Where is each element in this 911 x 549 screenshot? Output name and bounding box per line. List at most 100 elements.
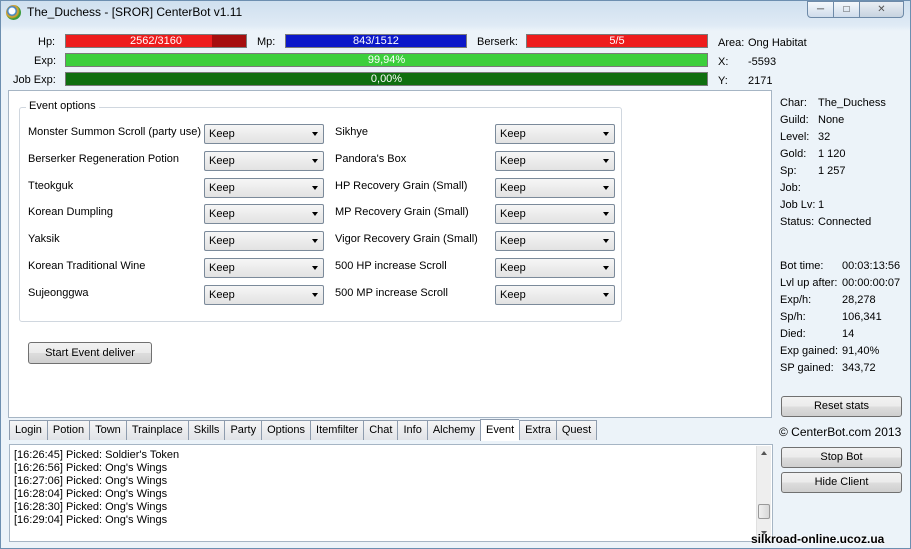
- event-option-dropdown[interactable]: Keep: [204, 231, 324, 252]
- stop-bot-button[interactable]: Stop Bot: [781, 447, 902, 468]
- tab-skills[interactable]: Skills: [187, 420, 225, 440]
- event-option-value: Keep: [209, 154, 235, 167]
- hide-client-button[interactable]: Hide Client: [781, 472, 902, 493]
- event-option-dropdown[interactable]: Keep: [204, 258, 324, 278]
- tab-options[interactable]: Options: [261, 420, 311, 440]
- tab-party[interactable]: Party: [224, 420, 262, 440]
- info-value: 14: [842, 328, 855, 340]
- info-label: Job Lv:: [780, 199, 816, 211]
- berserk-label: Berserk:: [477, 36, 518, 48]
- x-coord-value: -5593: [748, 56, 777, 68]
- info-label: Lvl up after:: [780, 277, 838, 289]
- event-option-value: Keep: [500, 235, 526, 248]
- close-button[interactable]: ✕: [859, 1, 904, 18]
- hp-bar: 2562/3160: [65, 34, 247, 48]
- berserk-bar-text: 5/5: [609, 35, 625, 47]
- chevron-down-icon: [603, 132, 609, 136]
- reset-stats-button[interactable]: Reset stats: [781, 396, 902, 417]
- event-option-dropdown[interactable]: Keep: [495, 258, 615, 278]
- hp-bar-text: 2562/3160: [130, 35, 182, 47]
- info-value: 00:03:13:56: [842, 260, 901, 272]
- info-value: 00:00:00:07: [842, 277, 901, 289]
- info-label: Status:: [780, 216, 815, 228]
- info-value: 28,278: [842, 294, 876, 306]
- event-option-dropdown[interactable]: Keep: [495, 231, 615, 252]
- log-panel[interactable]: [16:26:45] Picked: Soldier's Token [16:26…: [9, 444, 773, 542]
- event-option-value: Keep: [500, 154, 526, 167]
- event-option-dropdown[interactable]: Keep: [495, 150, 615, 171]
- event-option-dropdown[interactable]: Keep: [204, 284, 324, 305]
- area-label: Area:: [718, 37, 745, 49]
- info-label: Job:: [780, 182, 801, 194]
- event-option-label: Berserker Regeneration Potion: [28, 152, 180, 165]
- chevron-down-icon: [312, 185, 318, 190]
- berserk-bar: 5/5: [526, 34, 708, 48]
- event-option-value: Keep: [500, 181, 526, 194]
- log-scrollbar[interactable]: [756, 446, 771, 540]
- tab-chat[interactable]: Chat: [363, 420, 398, 440]
- event-option-label: Korean Dumpling: [28, 206, 113, 219]
- tab-town[interactable]: Town: [89, 420, 126, 440]
- mp-label: Mp:: [257, 36, 276, 48]
- log-line: [16:27:06] Picked: Ong's Wings: [14, 475, 168, 487]
- info-value: Connected: [818, 216, 872, 228]
- tab-alchemy[interactable]: Alchemy: [426, 420, 481, 440]
- event-option-dropdown[interactable]: Keep: [495, 284, 615, 305]
- scroll-thumb[interactable]: [758, 504, 770, 519]
- exp-bar: 99,94%: [65, 53, 708, 67]
- event-option-label: 500 MP increase Scroll: [335, 286, 448, 299]
- info-label: SP gained:: [780, 362, 834, 374]
- info-label: Sp/h:: [780, 311, 806, 323]
- event-option-dropdown[interactable]: Keep: [204, 150, 324, 171]
- hp-label: Hp:: [38, 36, 56, 48]
- x-coord-label: X:: [718, 56, 729, 68]
- tab-login[interactable]: Login: [9, 420, 47, 440]
- event-option-value: Keep: [209, 128, 235, 140]
- event-option-dropdown[interactable]: Keep: [204, 177, 324, 198]
- y-coord-value: 2171: [748, 75, 773, 87]
- log-line: [16:26:45] Picked: Soldier's Token: [14, 449, 180, 461]
- event-option-dropdown[interactable]: Keep: [495, 204, 615, 225]
- log-line: [16:28:04] Picked: Ong's Wings: [14, 488, 168, 500]
- tab-itemfilter[interactable]: Itemfilter: [310, 420, 364, 440]
- info-label: Level:: [780, 131, 810, 143]
- job-exp-label: Job Exp:: [13, 74, 56, 86]
- chevron-down-icon: [312, 132, 318, 136]
- scroll-up-icon[interactable]: [761, 451, 767, 455]
- watermark-text: silkroad-online.ucoz.ua: [751, 532, 885, 546]
- app-window: The_Duchess - [SROR] CenterBot v1.11 ─ □…: [0, 0, 911, 549]
- event-option-value: Keep: [500, 262, 526, 274]
- event-option-dropdown[interactable]: Keep: [495, 177, 615, 198]
- event-option-dropdown[interactable]: Keep: [495, 124, 615, 144]
- tab-info[interactable]: Info: [397, 420, 427, 440]
- event-tab-panel: Event options Monster Summon Scroll (par…: [8, 90, 772, 418]
- info-value: None: [818, 114, 845, 126]
- event-option-value: Keep: [209, 181, 235, 194]
- minimize-button[interactable]: ─: [807, 1, 834, 18]
- event-options-title: Event options: [26, 100, 99, 112]
- tab-event[interactable]: Event: [480, 419, 520, 441]
- mp-bar-text: 843/1512: [353, 35, 399, 47]
- info-value: 32: [818, 131, 831, 143]
- exp-bar-text: 99,94%: [367, 54, 406, 66]
- tab-potion[interactable]: Potion: [46, 420, 90, 440]
- chevron-down-icon: [603, 266, 609, 270]
- window-title: The_Duchess - [SROR] CenterBot v1.11: [27, 5, 243, 19]
- info-label: Died:: [780, 328, 806, 340]
- start-event-deliver-button[interactable]: Start Event deliver: [28, 342, 152, 364]
- event-option-dropdown[interactable]: Keep: [204, 204, 324, 225]
- event-option-dropdown[interactable]: Keep: [204, 124, 324, 144]
- event-option-value: Keep: [209, 288, 235, 301]
- title-bar[interactable]: The_Duchess - [SROR] CenterBot v1.11 ─ □…: [1, 1, 910, 25]
- tab-extra[interactable]: Extra: [519, 420, 556, 440]
- area-value: Ong Habitat: [748, 37, 807, 49]
- info-value: 1 120: [818, 148, 846, 160]
- tab-trainplace[interactable]: Trainplace: [125, 420, 188, 440]
- log-line: [16:29:04] Picked: Ong's Wings: [14, 514, 168, 526]
- event-option-value: Keep: [209, 262, 235, 274]
- tab-quest[interactable]: Quest: [555, 420, 598, 440]
- log-line: [16:26:56] Picked: Ong's Wings: [14, 462, 168, 474]
- maximize-button[interactable]: □: [833, 1, 860, 18]
- info-value: The_Duchess: [818, 97, 886, 109]
- info-label: Bot time:: [780, 260, 824, 272]
